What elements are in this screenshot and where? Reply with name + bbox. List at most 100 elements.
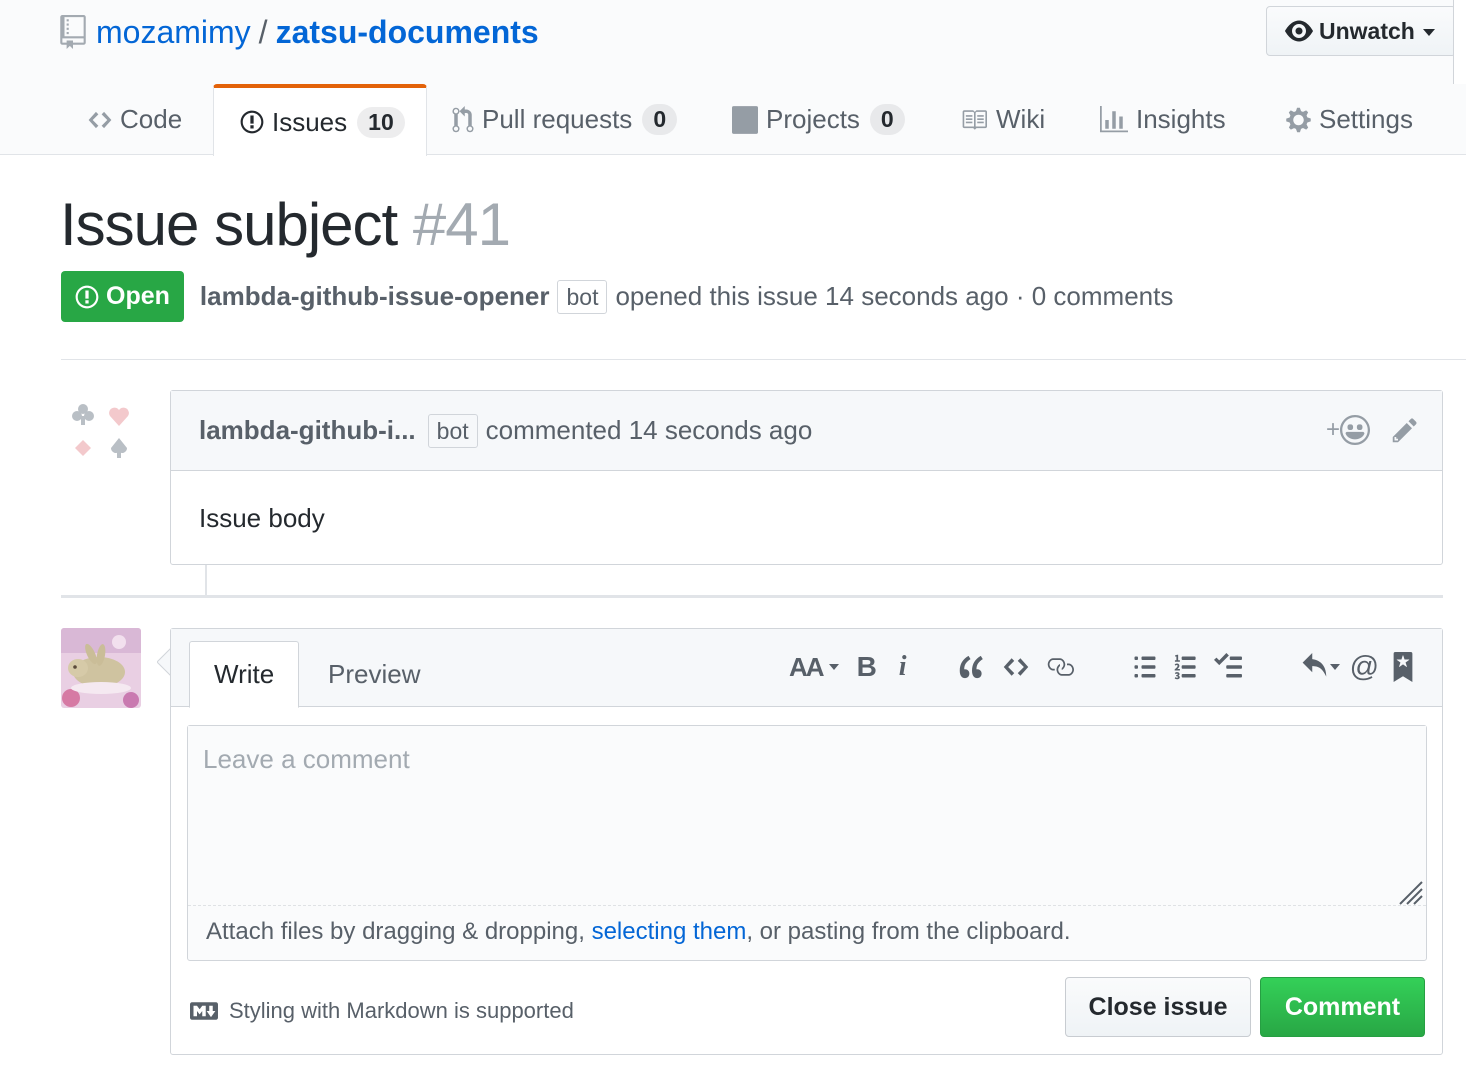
comment-pointer [157,648,171,676]
git-pull-request-icon [452,105,474,132]
issue-number: #41 [412,191,511,258]
task-list-icon[interactable] [1213,653,1243,681]
add-reaction-button[interactable]: + [1326,415,1370,445]
caret-down-icon [828,664,839,670]
comment-timestamp: commented 14 seconds ago [485,415,813,445]
unordered-list-icon[interactable] [1133,653,1157,681]
club-icon [72,404,94,425]
user-avatar[interactable] [61,628,141,708]
issue-state-label: Open [106,282,170,310]
repo-name-link[interactable]: zatsu-documents [276,14,539,51]
tab-code-label: Code [120,104,183,134]
header-text-button[interactable]: AA [789,647,839,687]
issue-title: Issue subject #41 [60,190,511,259]
form-footer: Styling with Markdown is supported Close… [187,975,1427,1037]
comment-tabs: Write Preview AA B i @ [171,629,1442,708]
caret-down-icon [1329,664,1340,670]
link-icon[interactable] [1045,653,1075,681]
tab-projects[interactable]: Projects 0 [732,84,905,155]
comment-header: lambda-github-i... bot commented 14 seco… [171,391,1442,471]
repo-header: mozamimy / zatsu-documents Unwatch Code … [0,0,1466,156]
projects-count-badge: 0 [869,104,905,135]
saved-reply-button[interactable] [1301,647,1340,687]
gear-icon [1286,107,1311,132]
issues-count-badge: 10 [357,106,405,138]
issue-meta: Open lambda-github-issue-opener bot open… [61,271,1173,322]
bot-avatar[interactable] [61,396,141,476]
timeline-connector [205,565,207,595]
tab-preview[interactable]: Preview [304,641,444,707]
caret-down-icon [1422,28,1435,36]
tab-pull-requests-label: Pull requests [482,104,633,134]
tab-issues[interactable]: Issues 10 [213,84,427,156]
ordered-list-icon[interactable] [1173,653,1199,681]
book-icon [962,109,987,130]
code-icon [88,111,112,128]
attach-suffix: , or pasting from the clipboard. [746,918,1071,945]
tab-settings-label: Settings [1319,104,1413,134]
markdown-icon [190,1002,218,1020]
bot-badge: bot [427,413,478,448]
timeline-divider [61,595,1443,598]
pencil-icon[interactable] [1392,416,1418,444]
reply-icon [1302,653,1326,677]
comment-actions: + [1326,415,1418,445]
comment-body: Issue body [199,503,325,533]
repo-separator: / [258,13,268,50]
issue-meta-text: opened this issue 14 seconds ago · 0 com… [615,281,1174,311]
comment-author-link[interactable]: lambda-github-i... [199,415,416,446]
tab-write[interactable]: Write [189,641,300,708]
mention-button[interactable]: @ [1350,647,1379,687]
repo-title: mozamimy / zatsu-documents [60,12,539,52]
header-divider [61,359,1466,360]
attach-prefix: Attach files by dragging & dropping, [206,918,592,945]
tab-settings[interactable]: Settings [1286,84,1413,155]
tab-code[interactable]: Code [88,84,182,155]
markdown-toolbar: AA B i @ [789,647,1413,687]
markdown-hint[interactable]: Styling with Markdown is supported [189,997,574,1025]
tab-insights[interactable]: Insights [1100,84,1226,155]
unwatch-label: Unwatch [1319,17,1415,44]
markdown-hint-label: Styling with Markdown is supported [229,998,574,1023]
quote-icon[interactable] [959,653,985,681]
repo-nav: Code Issues 10 Pull requests 0 Projects … [0,84,1466,156]
comment-textarea[interactable] [188,726,1426,906]
bold-button[interactable]: B [857,647,877,687]
project-icon [732,105,758,134]
attach-files-hint: Attach files by dragging & dropping, sel… [206,918,1071,946]
issue-author-link[interactable]: lambda-github-issue-opener [200,281,550,312]
tab-wiki[interactable]: Wiki [960,84,1045,155]
tab-projects-label: Projects [766,104,860,134]
tab-insights-label: Insights [1136,104,1226,134]
graph-icon [1100,105,1128,132]
mention-icon: @ [1349,650,1380,683]
issue-opened-icon [75,285,99,308]
diamond-icon [75,440,91,456]
unwatch-button[interactable]: Unwatch [1266,6,1456,56]
comment-button[interactable]: Comment [1260,977,1425,1037]
close-issue-button[interactable]: Close issue [1065,977,1251,1037]
bookmark-icon[interactable] [1393,652,1413,682]
tab-issues-label: Issues [272,106,348,137]
repo-owner-link[interactable]: mozamimy [96,14,251,51]
pull-requests-count-badge: 0 [642,104,678,135]
tab-wiki-label: Wiki [996,104,1046,134]
select-files-link[interactable]: selecting them [592,918,747,945]
issue-opened-icon [240,110,264,134]
issue-title-text: Issue subject [60,191,398,258]
heart-icon [109,407,129,426]
resize-handle-icon[interactable] [1396,878,1424,906]
tab-pull-requests[interactable]: Pull requests 0 [452,84,678,155]
italic-icon: i [898,651,907,682]
code-icon[interactable] [1003,653,1029,681]
reaction-plus: + [1325,416,1340,443]
new-comment-form: Write Preview AA B i @ Leave a comment A… [170,628,1443,1055]
issue-comment: lambda-github-i... bot commented 14 seco… [170,390,1443,565]
eye-icon [1285,20,1313,42]
spade-icon [111,438,127,458]
bot-badge: bot [557,279,608,314]
smiley-icon [1340,415,1370,445]
window-edge [1453,0,1466,84]
italic-button[interactable]: i [899,647,907,687]
write-area: Attach files by dragging & dropping, sel… [187,725,1427,961]
